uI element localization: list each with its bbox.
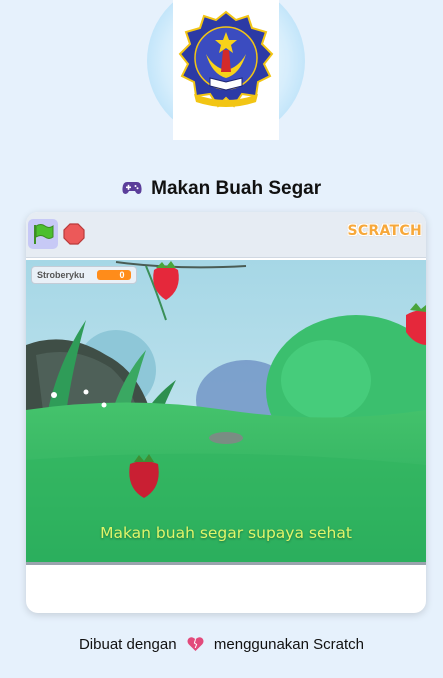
stop-button[interactable] (63, 223, 85, 245)
variable-monitor-label: Stroberyku (37, 270, 85, 280)
scratch-logo[interactable]: SCRATCH (347, 223, 422, 239)
green-flag-button[interactable] (28, 219, 58, 249)
footer-suffix: menggunakan Scratch (213, 636, 365, 653)
project-stage[interactable]: Stroberyku 0 Makan buah segar supaya seh… (26, 260, 426, 565)
footer-prefix: Dibuat dengan (78, 636, 177, 653)
stage-caption: Makan buah segar supaya sehat (100, 524, 352, 542)
stage-backdrop (26, 260, 426, 562)
gamepad-icon (122, 178, 147, 199)
footer-credit: Dibuat dengan menggunakan Scratch (0, 636, 443, 656)
stop-sign-icon (63, 223, 85, 245)
scratch-player-card: SCRATCH Stroberyku 0 Makan buah segar su… (26, 212, 426, 613)
variable-monitor: Stroberyku 0 (31, 266, 137, 284)
variable-monitor-value: 0 (96, 270, 131, 280)
page-title-text: Makan Buah Segar (151, 178, 322, 199)
green-flag-icon (34, 224, 54, 244)
heart-icon (187, 636, 204, 656)
player-toolbar: SCRATCH (26, 212, 426, 258)
school-emblem-logo (178, 10, 274, 108)
page-title: Makan Buah Segar (0, 178, 443, 200)
